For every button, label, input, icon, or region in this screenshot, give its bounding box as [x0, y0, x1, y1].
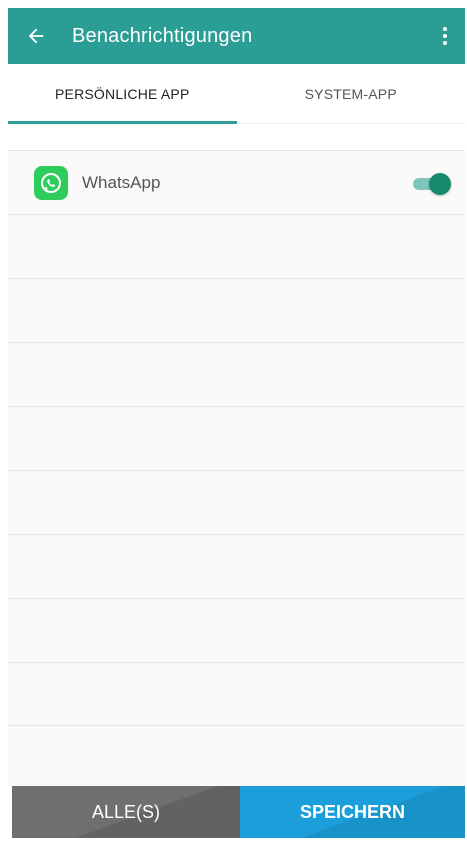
tab-label: PERSÖNLICHE APP: [55, 85, 190, 102]
tab-system-app[interactable]: SYSTEM-APP: [237, 64, 466, 123]
toggle-thumb: [429, 172, 451, 195]
list-item-empty: [8, 214, 465, 278]
notification-toggle[interactable]: [413, 172, 451, 195]
list-item-empty: [8, 278, 465, 342]
tab-personal-app[interactable]: PERSÖNLICHE APP: [8, 64, 237, 124]
list-item-empty: [8, 534, 465, 598]
tab-bar: PERSÖNLICHE APP SYSTEM-APP: [8, 64, 465, 124]
list-item-empty: [8, 406, 465, 470]
back-button[interactable]: [8, 8, 64, 64]
save-label: SPEICHERN: [299, 801, 406, 822]
app-list: WhatsApp: [8, 150, 465, 786]
tab-indicator: [8, 121, 237, 124]
list-item-empty: [8, 342, 465, 406]
select-all-label: ALLE(S): [91, 801, 161, 822]
app-name: WhatsApp: [82, 172, 161, 192]
whatsapp-icon: [34, 165, 68, 200]
list-item-empty: [8, 662, 465, 726]
save-button[interactable]: SPEICHERN: [240, 786, 465, 838]
bottom-action-bar: ALLE(S) SPEICHERN: [12, 786, 465, 838]
tab-label: SYSTEM-APP: [304, 85, 397, 102]
app-bar: Benachrichtigungen: [8, 8, 465, 64]
select-all-button[interactable]: ALLE(S): [12, 786, 240, 838]
more-vert-icon: [443, 27, 447, 45]
arrow-back-icon: [28, 28, 44, 44]
more-options-button[interactable]: [425, 8, 465, 64]
list-item-empty: [8, 598, 465, 662]
list-item-empty: [8, 470, 465, 534]
list-item-whatsapp[interactable]: WhatsApp: [8, 150, 465, 214]
page-title: Benachrichtigungen: [72, 24, 253, 47]
